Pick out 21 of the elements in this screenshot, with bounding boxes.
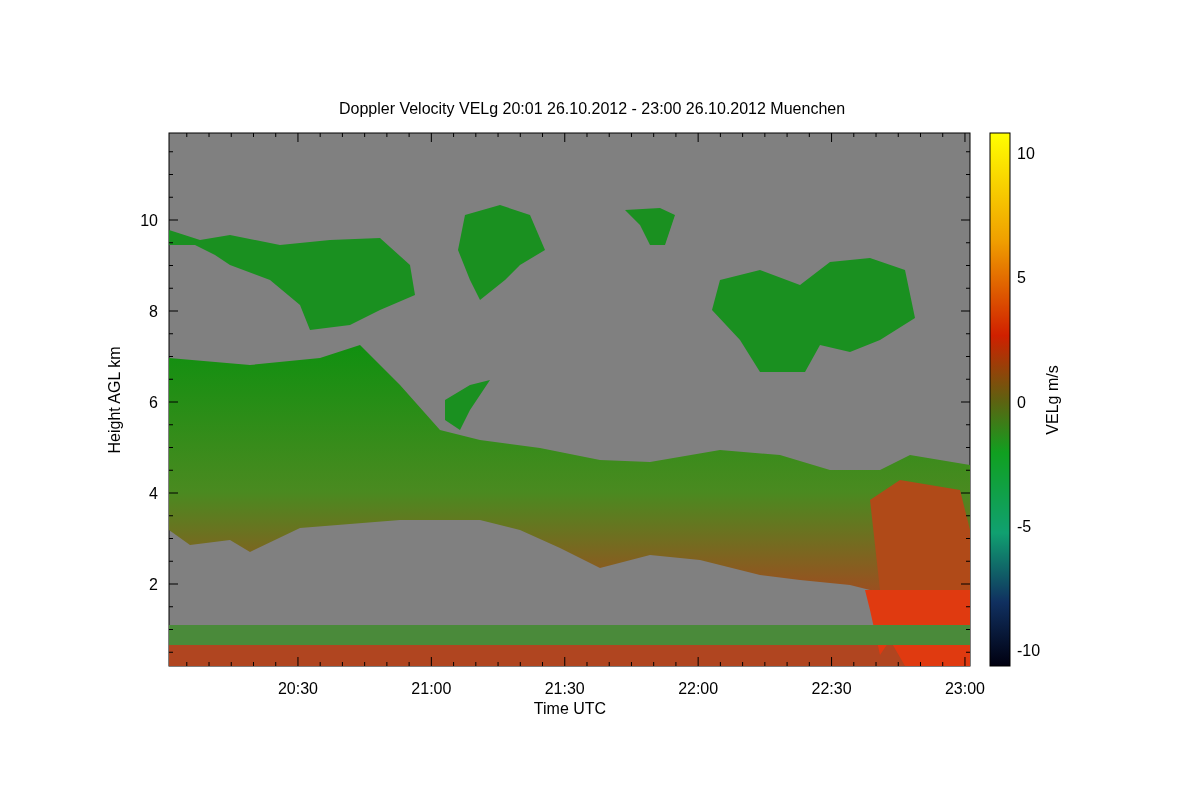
colorbar-label: VELg m/s — [1044, 365, 1061, 435]
x-tick-label: 22:30 — [811, 680, 852, 697]
y-tick-label: 10 — [140, 212, 158, 229]
colorbar-tick-label: -10 — [1017, 642, 1041, 660]
x-axis-label: Time UTC — [533, 700, 607, 717]
y-tick-label: 4 — [149, 485, 158, 502]
x-tick-label: 20:30 — [277, 680, 318, 697]
radar-echo-region — [625, 208, 675, 245]
x-tick-label: 21:00 — [411, 680, 452, 697]
y-tick-label: 6 — [149, 394, 158, 411]
y-tick-label: 2 — [149, 576, 158, 593]
colorbar-tick-label: 5 — [1017, 269, 1026, 287]
y-axis-label: Height AGL km — [106, 346, 123, 454]
x-tick-label: 22:00 — [678, 680, 719, 697]
colorbar-tick-label: 10 — [1017, 145, 1035, 162]
colorbar-tick-label: 0 — [1017, 393, 1026, 411]
x-tick-label: 23:00 — [944, 680, 985, 697]
chart-title: Doppler Velocity VELg 20:01 26.10.2012 - 23:00 26.10.2012 Muenchen — [338, 100, 846, 117]
y-tick-label: 8 — [149, 303, 158, 320]
x-tick-label: 21:30 — [544, 680, 585, 697]
colorbar-tick-label: -5 — [1017, 517, 1032, 535]
